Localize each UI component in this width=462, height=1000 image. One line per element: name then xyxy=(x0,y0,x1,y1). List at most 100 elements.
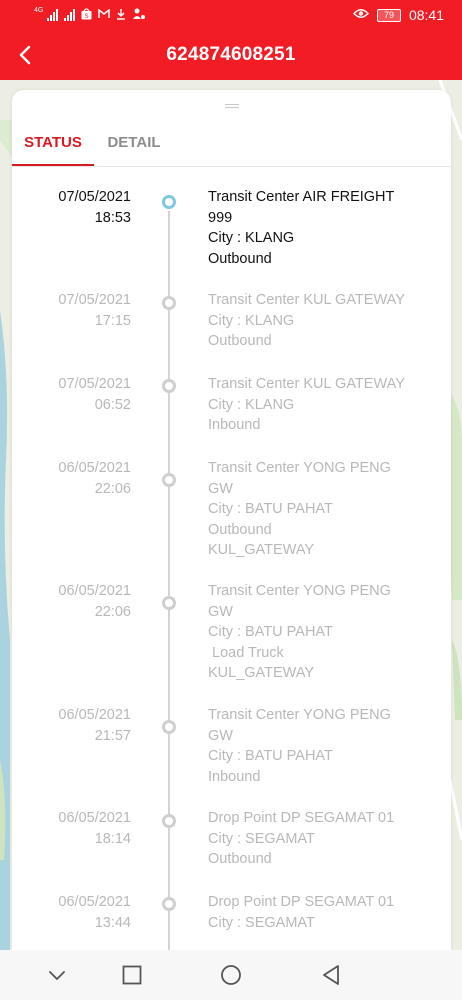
event-line: Transit Center KUL GATEWAY xyxy=(208,376,405,392)
timeline-dot xyxy=(162,473,176,487)
triangle-back-icon xyxy=(323,965,339,985)
event-day: 06/05/2021 xyxy=(58,810,131,826)
event-line: City : SEGAMAT xyxy=(208,830,315,847)
event-day: 06/05/2021 xyxy=(58,707,131,723)
event-line: City : KLANG xyxy=(208,312,295,329)
event-line: Inbound xyxy=(208,417,261,433)
event-line: Drop Point DP SEGAMAT 01 xyxy=(208,810,395,826)
nav-collapse-button[interactable] xyxy=(44,962,70,988)
cell-signal-2-icon xyxy=(64,9,76,21)
timeline-dot xyxy=(162,814,176,828)
event-line: Drop Point DP SEGAMAT 01 xyxy=(208,894,395,910)
event-description: Transit Center AIR FREIGHT 999 City : KL… xyxy=(208,187,428,269)
event-date: 07/05/2021 17:15 xyxy=(21,290,131,332)
event-line: Transit Center YONG PENG xyxy=(208,460,391,476)
event-time: 17:15 xyxy=(94,313,131,329)
timeline-dot xyxy=(162,296,176,310)
battery-icon: 79 xyxy=(376,8,401,22)
event-time: 13:44 xyxy=(94,915,131,931)
event-time: 21:57 xyxy=(94,728,131,744)
event-line: Inbound xyxy=(208,768,261,785)
event-line: Outbound xyxy=(208,521,272,538)
cell-signal-icon xyxy=(47,9,59,21)
event-line: Transit Center KUL GATEWAY xyxy=(208,292,405,308)
event-line: GW xyxy=(208,603,233,620)
event-line: GW xyxy=(208,480,233,497)
event-description: Transit Center KUL GATEWAY City : KLANG … xyxy=(208,290,428,352)
timeline-dot xyxy=(162,379,176,393)
event-line: Transit Center AIR FREIGHT xyxy=(208,189,395,205)
tracking-sheet: STATUS DETAIL 07/05/2021 18:53 Transit C… xyxy=(12,90,451,950)
event-description: Transit Center YONG PENG GW City : BATU … xyxy=(208,458,428,561)
tab-detail[interactable]: DETAIL xyxy=(94,126,174,166)
event-day: 06/05/2021 xyxy=(58,894,131,910)
event-date: 07/05/2021 18:53 xyxy=(21,187,131,229)
gmail-notification-icon xyxy=(98,7,111,22)
status-right-icons: 79 08:41 xyxy=(352,7,444,23)
timeline-dot xyxy=(162,897,176,911)
event-date: 06/05/2021 18:14 xyxy=(21,808,131,850)
event-date: 07/05/2021 06:52 xyxy=(21,374,131,416)
phone-screen: 4G S 79 08:41 624874608251 STATUS DETAIL… xyxy=(0,0,462,1000)
square-icon xyxy=(122,965,142,985)
event-line: Outbound xyxy=(208,851,272,867)
event-date: 06/05/2021 21:57 xyxy=(21,705,131,747)
status-left-icons: 4G S xyxy=(34,7,146,23)
app-header: 624874608251 xyxy=(0,30,462,80)
page-title: 624874608251 xyxy=(166,44,296,65)
event-line: 999 xyxy=(208,209,233,226)
event-line: Outbound xyxy=(208,250,272,267)
event-time: 18:53 xyxy=(94,210,131,226)
event-line: KUL_GATEWAY xyxy=(208,542,315,558)
event-line: Outbound xyxy=(208,333,272,349)
event-line: City : KLANG xyxy=(208,396,295,413)
timeline-dot xyxy=(162,195,176,209)
nav-back-button[interactable] xyxy=(318,962,344,988)
event-date: 06/05/2021 22:06 xyxy=(21,458,131,500)
event-day: 07/05/2021 xyxy=(58,376,131,392)
tab-status[interactable]: STATUS xyxy=(12,126,94,166)
event-time: 06:52 xyxy=(94,397,131,413)
event-time: 18:14 xyxy=(94,831,131,847)
svg-text:S: S xyxy=(85,14,89,20)
status-bar: 4G S 79 08:41 xyxy=(0,0,462,30)
tab-bar: STATUS DETAIL xyxy=(12,126,451,167)
event-description: Transit Center YONG PENG GW City : BATU … xyxy=(208,581,428,684)
event-line: Load Truck xyxy=(208,644,284,661)
event-description: Transit Center KUL GATEWAY City : KLANG … xyxy=(208,374,428,436)
timeline-dot xyxy=(162,720,176,734)
event-day: 06/05/2021 xyxy=(58,460,131,476)
status-time: 08:41 xyxy=(408,7,444,23)
event-line: KUL_GATEWAY xyxy=(208,665,315,681)
nav-home-button[interactable] xyxy=(218,962,244,988)
event-day: 06/05/2021 xyxy=(58,583,131,599)
timeline-dot xyxy=(162,596,176,610)
chevron-down-icon xyxy=(49,971,65,980)
event-line: Transit Center YONG PENG xyxy=(208,583,391,599)
network-type: 4G xyxy=(34,7,44,14)
system-nav-bar xyxy=(0,950,462,1000)
drag-handle[interactable] xyxy=(225,104,239,108)
nav-recents-button[interactable] xyxy=(119,962,145,988)
event-line: City : BATU PAHAT xyxy=(208,624,333,640)
event-line: Transit Center YONG PENG xyxy=(208,707,391,723)
eye-comfort-icon xyxy=(352,8,369,22)
event-time: 22:06 xyxy=(94,604,131,620)
timeline-line xyxy=(168,211,170,950)
event-date: 06/05/2021 13:44 xyxy=(21,892,131,934)
event-line: City : BATU PAHAT xyxy=(208,748,333,764)
event-day: 07/05/2021 xyxy=(58,292,131,308)
event-line: City : BATU PAHAT xyxy=(208,501,333,517)
shopee-notification-icon: S xyxy=(81,7,92,23)
status-timeline[interactable]: 07/05/2021 18:53 Transit Center AIR FREI… xyxy=(12,167,451,950)
app-notification-icon xyxy=(132,7,146,23)
circle-icon xyxy=(221,965,241,985)
event-description: Drop Point DP SEGAMAT 01 City : SEGAMAT … xyxy=(208,808,428,870)
event-day: 07/05/2021 xyxy=(58,189,131,205)
event-time: 22:06 xyxy=(94,481,131,497)
download-icon xyxy=(116,8,126,23)
event-description: Drop Point DP SEGAMAT 01 City : SEGAMAT xyxy=(208,892,428,933)
event-line: GW xyxy=(208,727,233,744)
event-date: 06/05/2021 22:06 xyxy=(21,581,131,623)
event-line: City : KLANG xyxy=(208,230,295,246)
